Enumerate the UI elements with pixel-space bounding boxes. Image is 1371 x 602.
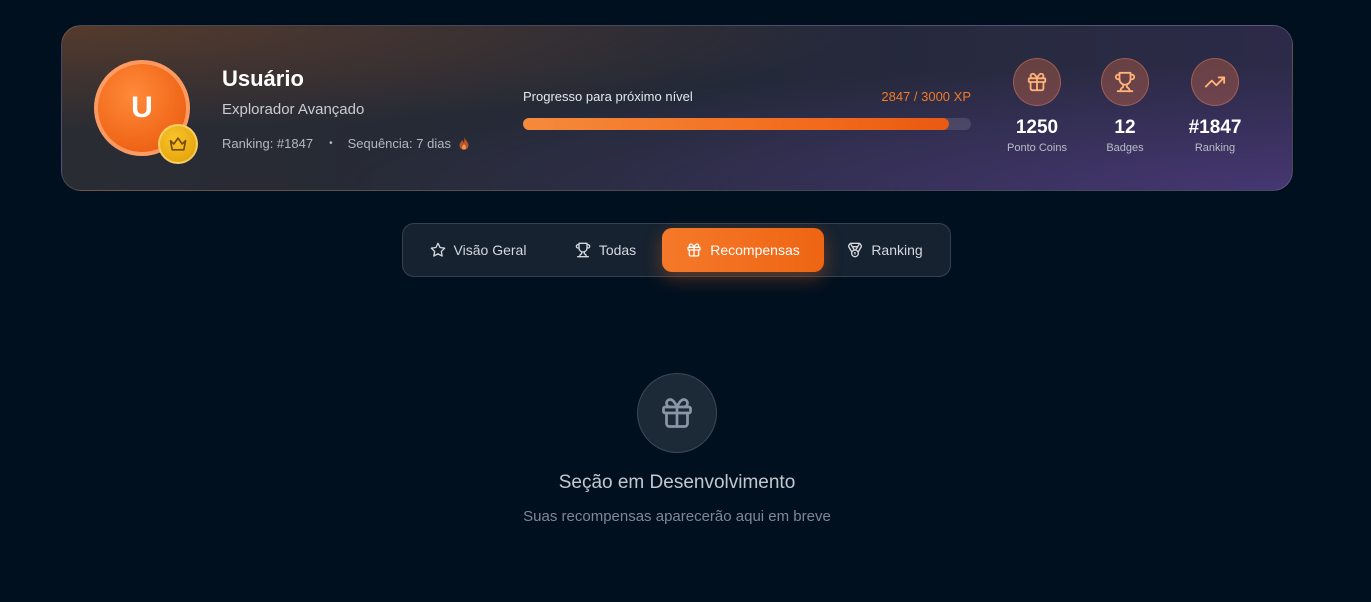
tab-bar: Visão Geral Todas Recompensas Ranking: [402, 223, 951, 277]
trending-up-icon: [1191, 58, 1239, 106]
empty-state-subtitle: Suas recompensas aparecerão aqui em brev…: [523, 508, 831, 525]
gift-icon: [662, 398, 692, 428]
progress-xp-text: 2847 / 3000 XP: [881, 89, 971, 104]
trophy-icon: [1101, 58, 1149, 106]
tab-visao-geral[interactable]: Visão Geral: [407, 228, 549, 272]
star-icon: [430, 242, 445, 257]
tab-label: Ranking: [871, 242, 923, 258]
user-name: Usuário: [222, 66, 304, 91]
tab-todas[interactable]: Todas: [549, 228, 662, 272]
flame-icon: [458, 137, 470, 151]
tab-ranking[interactable]: Ranking: [824, 228, 946, 272]
progress-label: Progresso para próximo nível: [523, 89, 693, 104]
user-title: Explorador Avançado: [222, 101, 365, 118]
tab-label: Recompensas: [710, 242, 800, 258]
user-meta: Ranking: #1847 • Sequência: 7 dias: [222, 136, 470, 151]
stat-label: Ponto Coins: [1007, 142, 1067, 154]
avatar-container: U: [94, 60, 198, 164]
stat-badges: 12 Badges: [1085, 58, 1165, 154]
stat-label: Badges: [1106, 142, 1144, 154]
medal-icon: [848, 242, 863, 258]
gift-icon: [1013, 58, 1061, 106]
progress-bar-fill: [523, 118, 949, 130]
crown-icon: [169, 137, 187, 151]
tab-label: Visão Geral: [453, 242, 527, 258]
tab-recompensas[interactable]: Recompensas: [662, 228, 824, 272]
trophy-icon: [575, 242, 591, 258]
profile-card: U Usuário Explorador Avançado Ranking: #…: [61, 25, 1293, 191]
avatar-initial: U: [131, 91, 153, 124]
tab-label: Todas: [598, 242, 637, 258]
empty-state-icon-circle: [637, 373, 717, 453]
streak-text: Sequência: 7 dias: [347, 136, 451, 151]
stat-ranking: #1847 Ranking: [1175, 58, 1255, 154]
empty-state-title: Seção em Desenvolvimento: [558, 472, 796, 493]
crown-badge: [158, 124, 198, 164]
stat-value: #1847: [1188, 117, 1242, 138]
stat-ponto-coins: 1250 Ponto Coins: [997, 58, 1077, 154]
stat-value: 1250: [1015, 117, 1059, 138]
stat-value: 12: [1114, 117, 1136, 138]
meta-separator: •: [329, 138, 333, 149]
ranking-text: Ranking: #1847: [222, 136, 314, 151]
stat-label: Ranking: [1194, 142, 1236, 154]
gift-icon: [687, 243, 701, 257]
progress-bar: [523, 118, 971, 130]
